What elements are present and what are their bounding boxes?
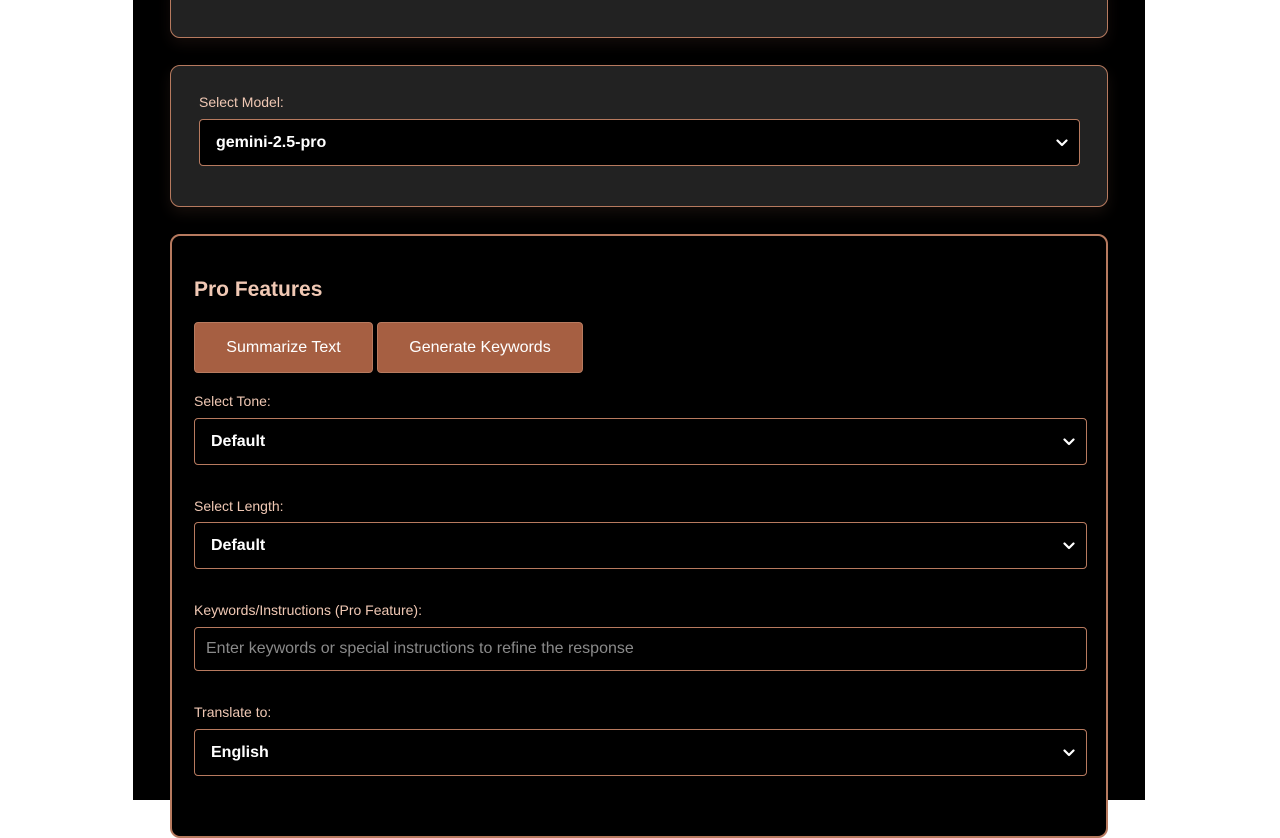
- translate-select-value: English: [211, 743, 269, 761]
- select-tone-label: Select Tone:: [194, 393, 271, 409]
- chevron-down-icon: [1058, 431, 1080, 453]
- chevron-down-icon: [1058, 742, 1080, 764]
- translate-select[interactable]: English: [194, 729, 1087, 776]
- pro-features-title: Pro Features: [194, 278, 323, 301]
- select-length-label: Select Length:: [194, 498, 284, 514]
- generate-keywords-button[interactable]: Generate Keywords: [377, 322, 583, 373]
- tone-select[interactable]: Default: [194, 418, 1087, 465]
- translate-label: Translate to:: [194, 704, 272, 720]
- model-select[interactable]: gemini-2.5-pro: [199, 119, 1080, 166]
- chevron-down-icon: [1051, 132, 1073, 154]
- summarize-text-button[interactable]: Summarize Text: [194, 322, 373, 373]
- length-select-value: Default: [211, 536, 266, 554]
- select-model-label: Select Model:: [199, 94, 284, 110]
- previous-section-card: [170, 0, 1108, 38]
- model-section-card: Select Model: gemini-2.5-pro: [170, 65, 1108, 207]
- chevron-down-icon: [1058, 535, 1080, 557]
- app-container: Select Model: gemini-2.5-pro Pro Feature…: [133, 0, 1145, 838]
- tone-select-value: Default: [211, 432, 266, 450]
- model-select-value: gemini-2.5-pro: [216, 133, 327, 151]
- length-select[interactable]: Default: [194, 522, 1087, 569]
- instructions-input[interactable]: [194, 627, 1087, 671]
- pro-features-card: Pro Features Summarize Text Generate Key…: [170, 234, 1108, 838]
- instructions-label: Keywords/Instructions (Pro Feature):: [194, 602, 422, 618]
